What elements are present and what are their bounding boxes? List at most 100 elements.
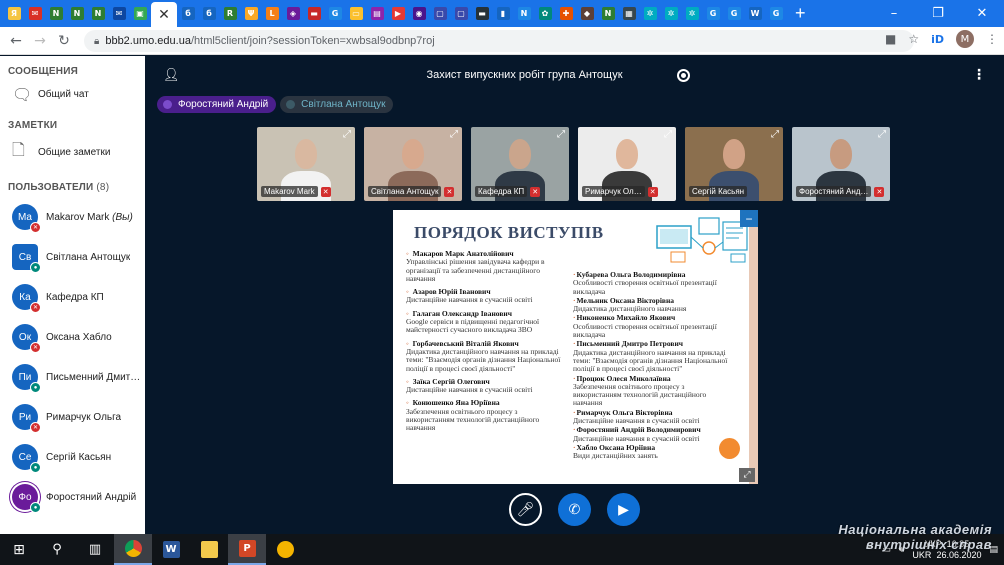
taskbar-app[interactable] (266, 534, 304, 565)
menu-icon[interactable]: ⋮ (986, 32, 998, 46)
browser-tab[interactable]: ▦ (619, 3, 639, 25)
start-button[interactable]: ⊞ (0, 534, 38, 565)
taskbar-powerpoint[interactable]: P (228, 534, 266, 565)
webcam-tile[interactable]: ⤢ Кафедра КП ✕ (471, 127, 569, 201)
browser-tab[interactable]: ✲ (661, 3, 681, 25)
expand-video-icon[interactable]: ⤢ (343, 129, 351, 140)
browser-tab[interactable]: ▬ (304, 3, 324, 25)
reload-icon[interactable]: ↻ (52, 33, 76, 49)
extension-icon[interactable]: iD (931, 33, 944, 46)
webcam-user-name[interactable]: Римарчук Ол… (582, 186, 645, 197)
new-tab-button[interactable]: + (795, 3, 806, 24)
webcam-user-name[interactable]: Кафедра КП (475, 186, 528, 197)
browser-tab[interactable]: ◉ (409, 3, 429, 25)
user-list-item[interactable]: Ри ✕ Римарчук Ольга (0, 397, 145, 437)
browser-tab[interactable]: ▬ (472, 3, 492, 25)
public-chat-item[interactable]: 🗨︎ Общий чат (0, 77, 145, 104)
browser-tab[interactable]: G (724, 3, 744, 25)
camera-icon[interactable]: ■ (885, 32, 896, 46)
browser-tab[interactable]: б (178, 3, 198, 25)
options-menu-icon[interactable]: ⋮ (972, 66, 986, 83)
shared-notes-item[interactable]: 🗋︎ Общие заметки (0, 131, 145, 166)
browser-tab[interactable]: ◆ (577, 3, 597, 25)
forward-icon[interactable]: → (28, 33, 52, 49)
user-initials: Ок (18, 331, 32, 343)
expand-video-icon[interactable]: ⤢ (450, 129, 458, 140)
profile-avatar[interactable]: M (956, 30, 974, 48)
expand-video-icon[interactable]: ⤢ (664, 129, 672, 140)
taskbar-chrome[interactable] (114, 534, 152, 565)
browser-tab[interactable]: G (325, 3, 345, 25)
user-list-item[interactable]: Ок ✕ Оксана Хабло (0, 317, 145, 357)
browser-tab[interactable]: N (598, 3, 618, 25)
webcam-tile[interactable]: ⤢ Форостяний Анд… ✕ (792, 127, 890, 201)
browser-tab[interactable]: N (67, 3, 87, 25)
fullscreen-presentation-icon[interactable]: ⤢ (739, 468, 755, 482)
browser-tab[interactable]: L (262, 3, 282, 25)
browser-tab[interactable]: ▮ (493, 3, 513, 25)
browser-tab[interactable]: G (766, 3, 786, 25)
browser-tab[interactable]: W (745, 3, 765, 25)
close-window-icon[interactable]: ✕ (960, 0, 1004, 27)
speaker-topic: Управлінські рішення завідувача кафедри … (406, 257, 545, 283)
browser-tab[interactable]: Я (4, 3, 24, 25)
user-list-item[interactable]: Ма ✕ Makarov Mark (Вы) (0, 197, 145, 237)
talker-pill[interactable]: Світлана Антощук (280, 96, 394, 113)
browser-tab[interactable]: ✲ (640, 3, 660, 25)
browser-tab[interactable]: G (703, 3, 723, 25)
browser-tab[interactable]: R (220, 3, 240, 25)
taskbar-explorer[interactable] (190, 534, 228, 565)
browser-tab[interactable]: ▤ (367, 3, 387, 25)
speaker-topic: Google сервіси в підвищенні педагогічної… (406, 317, 540, 335)
webcam-tile[interactable]: ⤢ Світлана Антощук ✕ (364, 127, 462, 201)
browser-tab[interactable]: N (46, 3, 66, 25)
browser-tab[interactable]: ▢ (451, 3, 471, 25)
browser-tab[interactable]: N (88, 3, 108, 25)
browser-tab[interactable]: б (199, 3, 219, 25)
user-avatar: Ка ✕ (12, 284, 41, 313)
browser-tab[interactable]: ▭ (346, 3, 366, 25)
webcam-tile[interactable]: ⤢ Сергій Касьян (685, 127, 783, 201)
browser-tab[interactable]: ✉ (109, 3, 129, 25)
user-list-item[interactable]: Св ● Світлана Антощук (0, 237, 145, 277)
browser-tab[interactable]: ✚ (556, 3, 576, 25)
minimize-presentation-button[interactable]: − (740, 210, 758, 227)
recording-indicator-icon[interactable] (677, 69, 690, 82)
user-list-item[interactable]: Фо ● Форостяний Андрій (0, 477, 145, 517)
search-button[interactable]: ⚲ (38, 534, 76, 565)
maximize-icon[interactable]: ❐ (916, 0, 960, 27)
webcam-user-name[interactable]: Makarov Mark (261, 186, 318, 197)
browser-tab[interactable]: ▣ (130, 3, 150, 25)
star-icon[interactable]: ☆ (908, 32, 919, 46)
webcam-user-name[interactable]: Форостяний Анд… (796, 186, 872, 197)
user-list-item[interactable]: Пи ● Письменний Дмит… (0, 357, 145, 397)
expand-video-icon[interactable]: ⤢ (557, 129, 565, 140)
taskbar-word[interactable]: W (152, 534, 190, 565)
browser-tab[interactable]: ✲ (682, 3, 702, 25)
leave-audio-button[interactable]: ✆ (558, 493, 591, 526)
user-list-item[interactable]: Се ● Сергій Касьян (0, 437, 145, 477)
active-tab[interactable]: ✕ (151, 2, 177, 27)
browser-tab[interactable]: Ψ (241, 3, 261, 25)
browser-tab[interactable]: ✿ (535, 3, 555, 25)
share-webcam-button[interactable]: ▶ (607, 493, 640, 526)
minimize-icon[interactable]: – (872, 0, 916, 27)
expand-video-icon[interactable]: ⤢ (771, 129, 779, 140)
back-icon[interactable]: ← (4, 33, 28, 49)
browser-tab[interactable]: ◈ (283, 3, 303, 25)
expand-video-icon[interactable]: ⤢ (878, 129, 886, 140)
webcam-tile[interactable]: ⤢ Makarov Mark ✕ (257, 127, 355, 201)
user-list-item[interactable]: Ка ✕ Кафедра КП (0, 277, 145, 317)
close-tab-icon[interactable]: ✕ (158, 6, 170, 23)
talker-pill[interactable]: Форостяний Андрій (157, 96, 277, 113)
browser-tab[interactable]: ✉ (25, 3, 45, 25)
unmute-button[interactable]: 🎤︎ (509, 493, 542, 526)
browser-tab[interactable]: ▢ (430, 3, 450, 25)
webcam-user-name[interactable]: Сергій Касьян (689, 186, 748, 197)
browser-tab[interactable]: ▶ (388, 3, 408, 25)
task-view-button[interactable]: ▥ (76, 534, 114, 565)
url-field[interactable]: 🔒︎ bbb2.umo.edu.ua/html5client/join?sess… (84, 30, 914, 52)
webcam-tile[interactable]: ⤢ Римарчук Ол… ✕ (578, 127, 676, 201)
browser-tab[interactable]: N (514, 3, 534, 25)
webcam-user-name[interactable]: Світлана Антощук (368, 186, 442, 197)
